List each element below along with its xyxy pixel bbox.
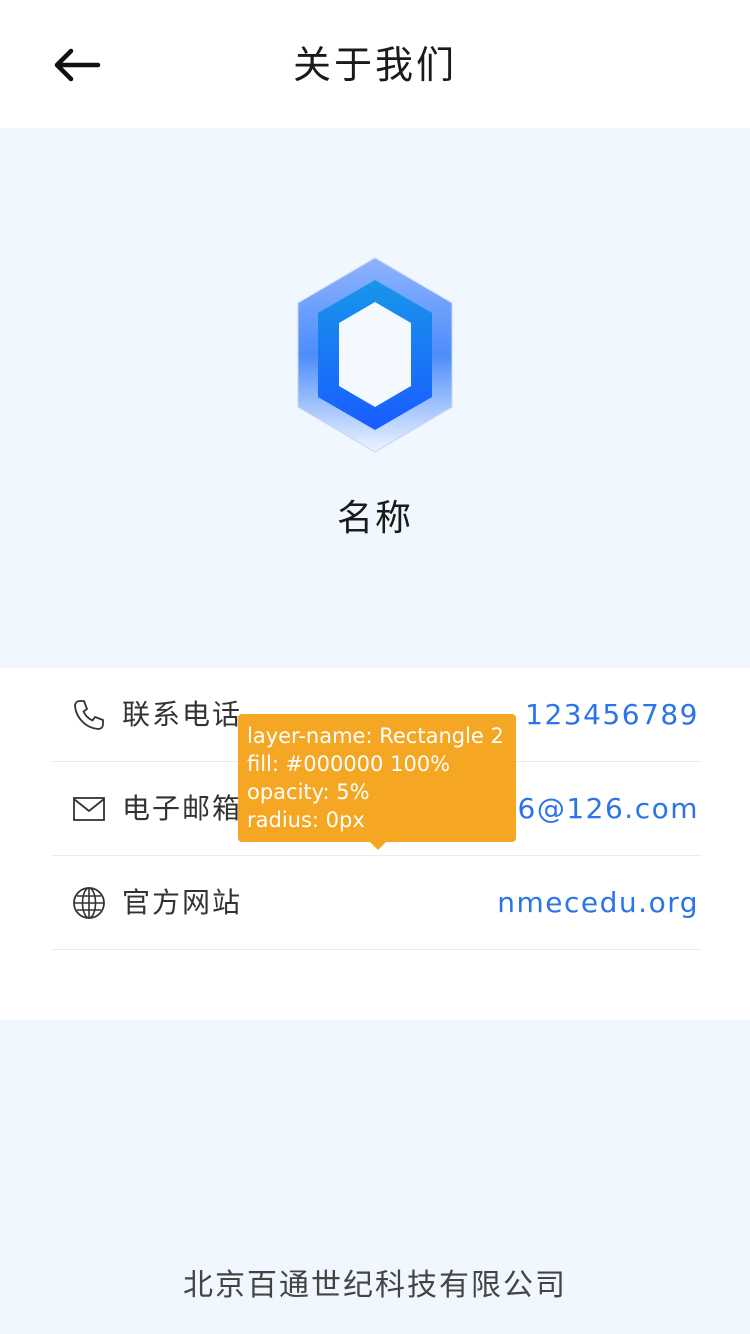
inspector-tooltip: layer-name: Rectangle 2 fill: #000000 10…	[238, 714, 516, 850]
email-label: 电子邮箱	[122, 792, 243, 825]
tooltip-line: radius: 0px	[247, 808, 365, 832]
list-item-website[interactable]: 官方网站 nmecedu.org	[52, 856, 702, 950]
nav-bar: 关于我们	[0, 0, 750, 128]
tooltip-line: opacity: 5%	[247, 780, 370, 804]
tooltip-arrow	[370, 842, 386, 850]
website-value[interactable]: nmecedu.org	[497, 882, 699, 924]
mail-icon	[73, 797, 105, 821]
page-title: 关于我们	[292, 43, 457, 87]
app-name: 名称	[336, 498, 413, 539]
phone-label: 联系电话	[122, 698, 243, 731]
phone-icon	[74, 700, 104, 730]
hero-section: 名称	[0, 128, 750, 668]
tooltip-line: fill: #000000 100%	[247, 752, 451, 776]
globe-icon	[73, 887, 105, 919]
tooltip-line: layer-name: Rectangle 2	[247, 724, 504, 748]
phone-value[interactable]: 123456789	[525, 694, 699, 736]
hexagon-logo-icon	[297, 257, 453, 453]
website-label: 官方网站	[122, 886, 243, 919]
company-name: 北京百通世纪科技有限公司	[183, 1268, 567, 1303]
